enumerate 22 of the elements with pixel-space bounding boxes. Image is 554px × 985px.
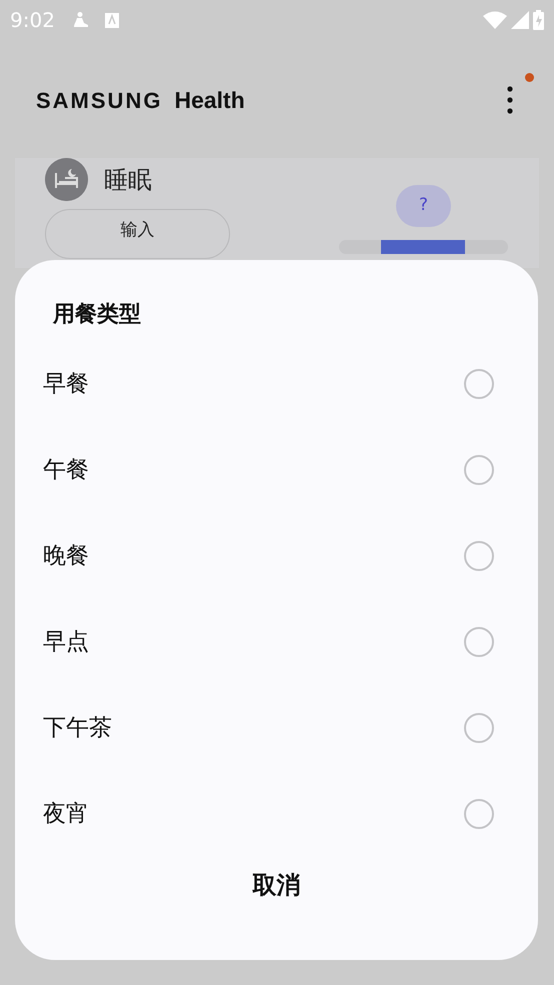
- wifi-icon: [483, 11, 507, 29]
- input-button[interactable]: 输入: [45, 209, 230, 259]
- dialog-title: 用餐类型: [53, 302, 141, 327]
- radio-button[interactable]: [464, 713, 494, 743]
- bed-icon: [45, 158, 88, 201]
- card-title: 睡眠: [104, 164, 152, 196]
- signal-icon: [511, 11, 529, 29]
- cancel-button[interactable]: 取消: [232, 861, 320, 909]
- radio-button[interactable]: [464, 799, 494, 829]
- logo-brand: SAMSUNG: [36, 86, 162, 114]
- option-label[interactable]: 晚餐: [43, 538, 89, 574]
- option-label[interactable]: 午餐: [43, 452, 89, 488]
- option-label[interactable]: 夜宵: [43, 796, 89, 832]
- option-label[interactable]: 早点: [43, 624, 89, 660]
- battery-icon: [533, 10, 544, 30]
- radio-button[interactable]: [464, 455, 494, 485]
- option-label[interactable]: 下午茶: [43, 710, 112, 746]
- radio-button[interactable]: [464, 369, 494, 399]
- option-label[interactable]: 早餐: [43, 366, 89, 402]
- radio-button[interactable]: [464, 627, 494, 657]
- radio-button[interactable]: [464, 541, 494, 571]
- logo-product: Health: [174, 86, 245, 115]
